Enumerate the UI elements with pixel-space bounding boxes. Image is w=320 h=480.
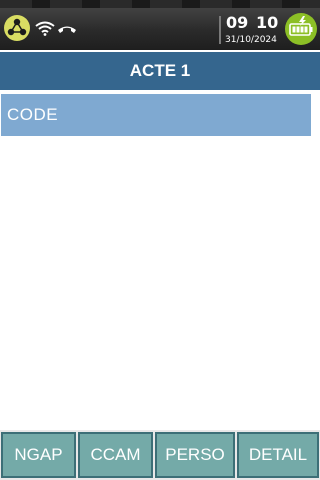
terminal-network-icon xyxy=(4,15,30,41)
ccam-button[interactable]: CCAM xyxy=(78,432,153,478)
status-bar-stripes xyxy=(0,0,320,8)
ngap-button[interactable]: NGAP xyxy=(1,432,76,478)
status-date: 31/10/2024 xyxy=(225,35,277,45)
status-divider xyxy=(219,16,221,44)
clock-hours: 09 xyxy=(226,13,249,32)
title-bar: ACTE 1 xyxy=(0,52,320,90)
battery-charging-icon xyxy=(285,13,317,45)
clock-minutes: 10 xyxy=(256,13,279,32)
wifi-icon xyxy=(35,21,55,36)
code-field-label: CODE xyxy=(7,105,59,124)
code-field[interactable]: CODE xyxy=(1,94,311,136)
status-bar: 09 10 31/10/2024 xyxy=(0,0,320,50)
detail-button[interactable]: DETAIL xyxy=(237,432,319,478)
phone-hangup-icon xyxy=(58,26,76,33)
perso-button[interactable]: PERSO xyxy=(155,432,235,478)
screen: 09 10 31/10/2024 ACTE 1 CODE NGAP CCAM P… xyxy=(0,0,320,480)
bottom-nav: NGAP CCAM PERSO DETAIL xyxy=(0,430,320,480)
page-title: ACTE 1 xyxy=(129,61,191,80)
